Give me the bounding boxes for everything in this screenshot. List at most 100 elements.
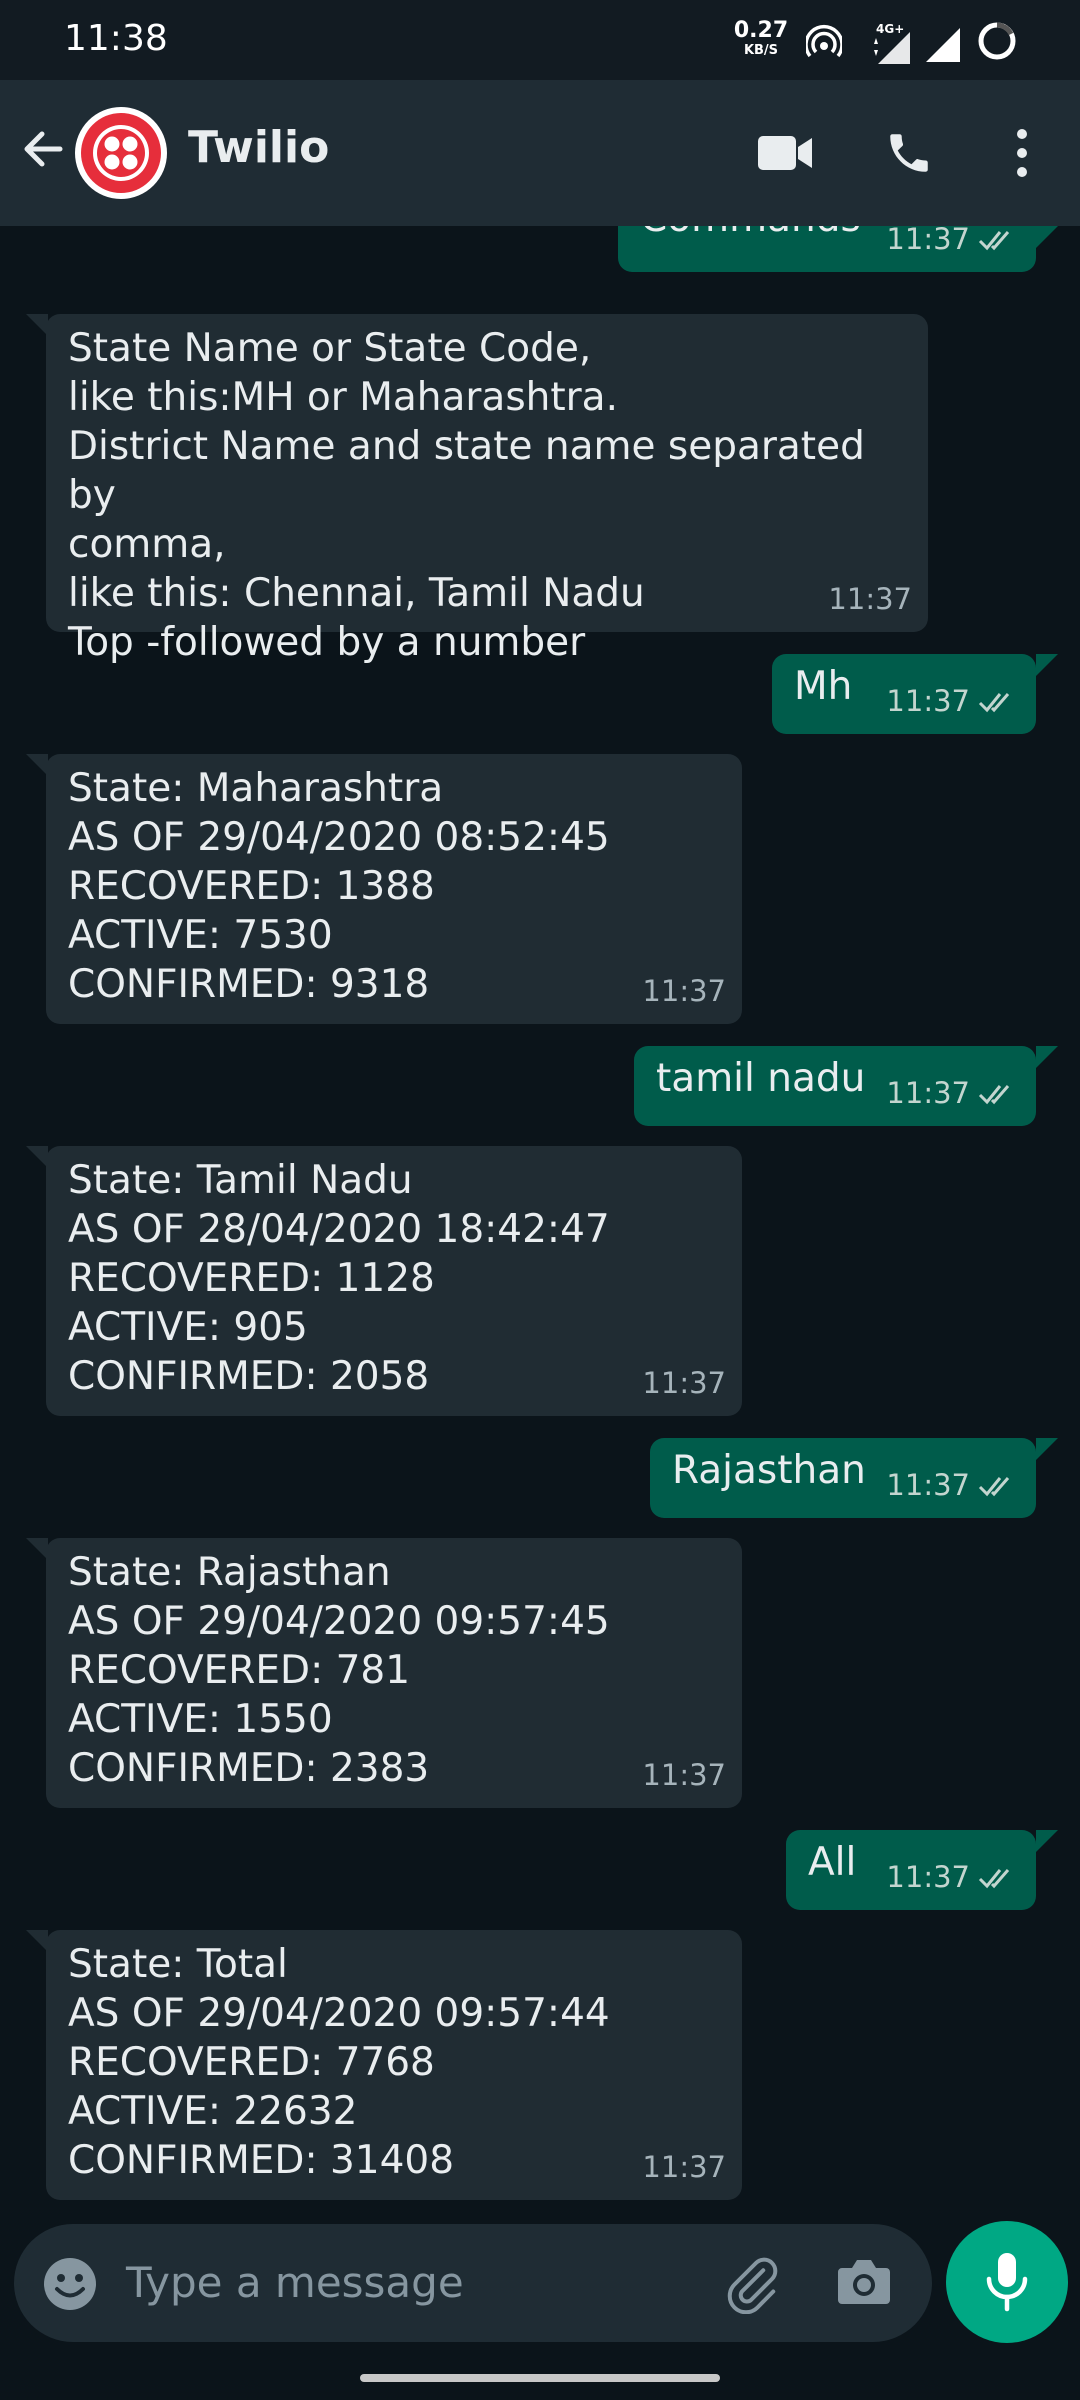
message-meta: 11:37 (886, 677, 1020, 726)
bubble-tail (26, 754, 48, 776)
network-speed: 0.27 KB/S (733, 18, 789, 58)
message-line: AS OF 29/04/2020 09:57:44 (68, 1991, 610, 2036)
message-line: RECOVERED: 1128 (68, 1256, 435, 1301)
bubble-tail (1036, 654, 1058, 676)
video-call-icon[interactable] (756, 132, 814, 174)
message-meta: 11:37 (886, 226, 1020, 264)
message-time: 11:37 (642, 1758, 726, 1792)
message-line: CONFIRMED: 2383 (68, 1746, 430, 1791)
message-text: State: Maharashtra AS OF 29/04/2020 08:5… (68, 764, 720, 1009)
double-check-icon (978, 1084, 1010, 1104)
message-meta: 11:37 (828, 575, 912, 624)
message-line: CONFIRMED: 2058 (68, 1354, 430, 1399)
incoming-message[interactable]: State Name or State Code, like this:MH o… (46, 314, 928, 665)
twilio-logo-icon (81, 113, 161, 193)
outgoing-message[interactable]: Commands 11:37 (618, 226, 1036, 272)
message-composer: Type a message (14, 2224, 932, 2342)
message-line: AS OF 29/04/2020 09:57:45 (68, 1599, 610, 1644)
signal-icon (926, 28, 960, 62)
message-meta: 11:37 (642, 1751, 726, 1800)
more-options-icon[interactable] (1010, 126, 1034, 180)
avatar[interactable] (75, 107, 167, 199)
double-check-icon (978, 692, 1010, 712)
message-text: Rajasthan (672, 1448, 866, 1493)
message-line: RECOVERED: 7768 (68, 2040, 435, 2085)
incoming-message[interactable]: State: Total AS OF 29/04/2020 09:57:44 R… (46, 1930, 742, 2200)
message-text: State: Rajasthan AS OF 29/04/2020 09:57:… (68, 1548, 720, 1793)
message-line: District Name and state name separated b… (68, 424, 865, 518)
network-speed-value: 0.27 (733, 18, 789, 43)
message-meta: 11:37 (642, 1359, 726, 1408)
camera-icon[interactable] (836, 2256, 892, 2308)
message-line: AS OF 28/04/2020 18:42:47 (68, 1207, 610, 1252)
message-text: State: Tamil Nadu AS OF 28/04/2020 18:42… (68, 1156, 720, 1401)
bubble-tail (1036, 226, 1058, 248)
message-meta: 11:37 (642, 967, 726, 1016)
emoji-icon[interactable] (42, 2256, 98, 2312)
chat-header: Twilio (0, 80, 1080, 226)
message-time: 11:37 (642, 2150, 726, 2184)
message-line: State: Tamil Nadu (68, 1158, 413, 1203)
message-line: ACTIVE: 905 (68, 1305, 308, 1350)
double-check-icon (978, 1476, 1010, 1496)
message-line: State: Total (68, 1942, 288, 1987)
message-line: RECOVERED: 781 (68, 1648, 411, 1693)
bubble-tail (1036, 1046, 1058, 1068)
message-list[interactable]: Commands 11:37 State Name or State Code,… (0, 226, 1080, 2210)
message-meta: 11:37 (886, 1069, 1020, 1118)
bubble-tail (26, 1146, 48, 1168)
message-line: RECOVERED: 1388 (68, 864, 435, 909)
status-bar: 11:38 0.27 KB/S 4G+ (0, 0, 1080, 80)
message-time: 11:37 (886, 1860, 970, 1894)
voice-record-button[interactable] (946, 2221, 1068, 2343)
message-time: 11:37 (828, 582, 912, 616)
outgoing-message[interactable]: All 11:37 (786, 1830, 1036, 1910)
bubble-tail (26, 1538, 48, 1560)
message-line: ACTIVE: 1550 (68, 1697, 333, 1742)
incoming-message[interactable]: State: Rajasthan AS OF 29/04/2020 09:57:… (46, 1538, 742, 1808)
bubble-tail (26, 1930, 48, 1952)
outgoing-message[interactable]: tamil nadu 11:37 (634, 1046, 1036, 1126)
message-text: Mh (794, 664, 853, 709)
message-time: 11:37 (886, 1076, 970, 1110)
message-text: All (808, 1840, 857, 1885)
message-line: ACTIVE: 22632 (68, 2089, 358, 2134)
message-time: 11:37 (886, 226, 970, 256)
message-time: 11:37 (642, 974, 726, 1008)
double-check-icon (978, 230, 1010, 250)
incoming-message[interactable]: State: Maharashtra AS OF 29/04/2020 08:5… (46, 754, 742, 1024)
outgoing-message[interactable]: Rajasthan 11:37 (650, 1438, 1036, 1518)
bubble-tail (26, 314, 48, 336)
message-meta: 11:37 (886, 1853, 1020, 1902)
network-speed-unit: KB/S (743, 43, 779, 58)
bubble-tail (1036, 1438, 1058, 1460)
message-line: like this: Chennai, Tamil Nadu (68, 571, 645, 616)
message-line: CONFIRMED: 31408 (68, 2138, 455, 2183)
back-arrow-icon[interactable] (18, 124, 68, 174)
signal-4g-icon: 4G+ (872, 22, 912, 66)
message-line: comma, (68, 522, 226, 567)
contact-name[interactable]: Twilio (188, 122, 329, 173)
message-line: State: Maharashtra (68, 766, 444, 811)
message-text: State Name or State Code, like this:MH o… (68, 324, 906, 667)
message-input[interactable]: Type a message (126, 2258, 464, 2307)
incoming-message[interactable]: State: Tamil Nadu AS OF 28/04/2020 18:42… (46, 1146, 742, 1416)
bubble-tail (1036, 1830, 1058, 1852)
message-line: like this:MH or Maharashtra. (68, 375, 618, 420)
message-line: ACTIVE: 7530 (68, 913, 333, 958)
outgoing-message[interactable]: Mh 11:37 (772, 654, 1036, 734)
attach-icon[interactable] (722, 2254, 782, 2314)
status-time: 11:38 (64, 18, 168, 59)
message-line: State Name or State Code, (68, 326, 592, 371)
home-gesture-pill[interactable] (360, 2374, 720, 2382)
double-check-icon (978, 1868, 1010, 1888)
message-text: tamil nadu (656, 1056, 866, 1101)
message-line: AS OF 29/04/2020 08:52:45 (68, 815, 610, 860)
voice-call-icon[interactable] (884, 128, 934, 178)
message-line: State: Rajasthan (68, 1550, 391, 1595)
message-meta: 11:37 (886, 1461, 1020, 1510)
mic-icon (986, 2253, 1028, 2312)
message-meta: 11:37 (642, 2143, 726, 2192)
system-navigation-bar (0, 2346, 1080, 2400)
message-time: 11:37 (886, 684, 970, 718)
